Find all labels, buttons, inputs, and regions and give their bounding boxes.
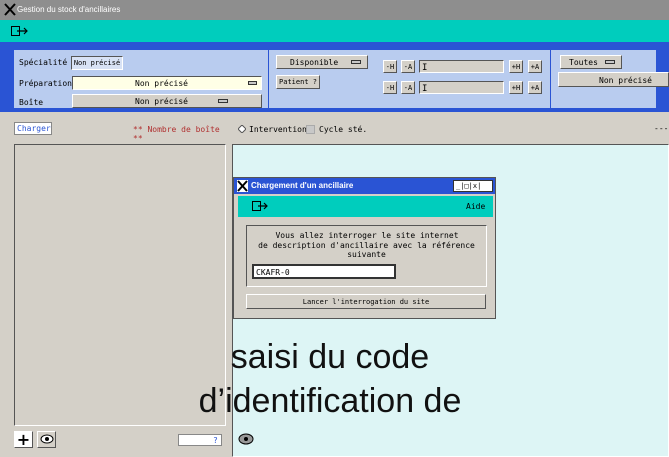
plus-a-button[interactable]: +A: [528, 81, 542, 94]
right-filter-select[interactable]: Non précisé: [558, 72, 669, 87]
dropdown-toggle-icon: [248, 81, 257, 85]
boite-select[interactable]: Non précisé: [72, 94, 262, 108]
toggle-indicator-icon: [605, 60, 615, 64]
dashes-label: ---: [654, 124, 669, 133]
dropdown-toggle-icon: [218, 99, 228, 103]
range-slider-bottom[interactable]: I: [419, 81, 504, 94]
toutes-label: Toutes: [569, 58, 598, 67]
main-toolbar: [0, 20, 669, 42]
patient-label: Patient ?: [279, 78, 317, 86]
hidden-field-label: ?: [213, 436, 218, 445]
intervention-radio-icon[interactable]: [237, 124, 247, 134]
minus-h-label: -H: [385, 83, 395, 92]
slider-handle-icon[interactable]: I: [422, 84, 427, 94]
x-logo-icon: [4, 3, 16, 16]
minus-h-button[interactable]: -H: [383, 60, 397, 73]
plus-h-label: +H: [511, 62, 521, 71]
minus-a-button[interactable]: -A: [401, 81, 415, 94]
caption: saisi du code d’identification de: [150, 335, 510, 423]
toggle-indicator-icon: [351, 60, 361, 64]
right-filter-value: Non précisé: [599, 76, 652, 85]
preparation-value: Non précisé: [135, 79, 188, 88]
cycle-label: Cycle sté.: [319, 125, 368, 134]
disponible-label: Disponible: [290, 58, 339, 67]
load-dialog: Chargement d'un ancillaire _|□|x| Aide V…: [233, 177, 496, 319]
window-titlebar: Gestion du stock d'ancillaires: [0, 0, 669, 20]
plus-a-button[interactable]: +A: [528, 60, 542, 73]
box-count-label: ** Nombre de boîte **: [133, 125, 220, 143]
add-button[interactable]: +: [14, 431, 33, 448]
help-button[interactable]: Aide: [466, 202, 485, 211]
charger-tab[interactable]: Charger: [14, 122, 52, 135]
charger-label: Charger: [17, 124, 51, 133]
specialite-select[interactable]: Non précisé: [71, 56, 123, 70]
window-title: Gestion du stock d'ancillaires: [17, 5, 121, 14]
filter-band: Spécialité Non précisé Préparation Non p…: [0, 42, 669, 112]
specialite-value: Non précisé: [73, 59, 121, 67]
launch-query-label: Lancer l'interrogation du site: [302, 297, 430, 306]
plus-h-label: +H: [511, 83, 521, 92]
plus-h-button[interactable]: +H: [509, 81, 523, 94]
minus-h-label: -H: [385, 62, 395, 71]
dialog-toolbar: Aide: [238, 196, 493, 217]
patient-button[interactable]: Patient ?: [276, 75, 320, 89]
launch-query-button[interactable]: Lancer l'interrogation du site: [246, 294, 486, 309]
disponible-toggle[interactable]: Disponible: [276, 55, 368, 69]
specialite-label: Spécialité: [19, 58, 68, 67]
boite-label: Boîte: [19, 98, 44, 107]
caption-line1: saisi du code: [230, 338, 430, 376]
dialog-title: Chargement d'un ancillaire: [251, 181, 354, 190]
eye-icon: [40, 434, 54, 446]
dialog-titlebar: Chargement d'un ancillaire _|□|x|: [234, 178, 495, 194]
toutes-toggle[interactable]: Toutes: [560, 55, 622, 69]
range-slider-top[interactable]: I: [419, 60, 504, 73]
message-line2: de description d'ancillaire avec la réfé…: [258, 241, 475, 259]
message-line1: Vous allez interroger le site internet: [275, 231, 459, 240]
plus-a-label: +A: [530, 62, 540, 71]
dialog-body: Vous allez interroger le site internet d…: [246, 225, 487, 287]
exit-icon[interactable]: [11, 26, 29, 36]
reference-value: CKAFR-0: [256, 268, 290, 277]
hidden-field[interactable]: ?: [178, 434, 222, 446]
filter-divider: [268, 50, 269, 108]
view-button[interactable]: [37, 431, 56, 448]
minus-h-button[interactable]: -H: [383, 81, 397, 94]
exit-icon[interactable]: [252, 201, 269, 211]
preparation-select[interactable]: Non précisé: [72, 76, 262, 90]
intervention-label: Intervention: [249, 125, 307, 134]
minus-a-label: -A: [403, 62, 413, 71]
window-controls[interactable]: _|□|x|: [453, 180, 493, 192]
plus-a-label: +A: [530, 83, 540, 92]
filter-divider: [550, 50, 551, 108]
window-controls-label: _|□|x|: [456, 182, 482, 190]
plus-icon: +: [16, 429, 31, 449]
plus-h-button[interactable]: +H: [509, 60, 523, 73]
export-icon[interactable]: [238, 433, 254, 445]
reference-input[interactable]: CKAFR-0: [252, 264, 396, 279]
x-logo-icon: [237, 180, 248, 192]
minus-a-label: -A: [403, 83, 413, 92]
cycle-checkbox[interactable]: [306, 125, 315, 134]
preparation-label: Préparation: [19, 79, 72, 88]
slider-handle-icon[interactable]: I: [422, 63, 427, 73]
boite-value: Non précisé: [135, 97, 188, 106]
minus-a-button[interactable]: -A: [401, 60, 415, 73]
caption-line2: d’identification de: [198, 382, 462, 420]
